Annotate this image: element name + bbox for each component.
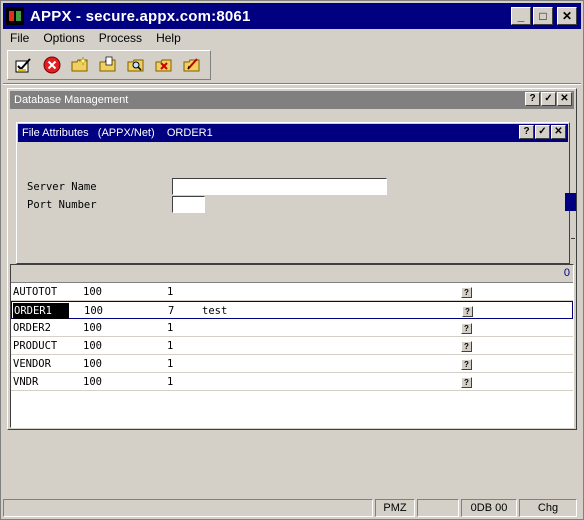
file-name-cell: AUTOTOT	[13, 286, 58, 298]
row-help-button[interactable]: ?	[461, 323, 472, 334]
db-close-button[interactable]: ✕	[557, 92, 572, 106]
file-count-cell: 7	[168, 305, 175, 317]
fa-help-button[interactable]: ?	[519, 125, 534, 139]
table-row[interactable]: PRODUCT 100 1 ?	[11, 337, 573, 355]
file-name-cell: ORDER1	[13, 303, 69, 319]
port-number-input[interactable]	[172, 196, 205, 213]
file-size-cell: 100	[83, 358, 102, 370]
file-name-cell: ORDER2	[13, 322, 51, 334]
status-mode: PMZ	[375, 499, 415, 517]
menu-help[interactable]: Help	[149, 31, 188, 45]
file-count-cell: 1	[167, 286, 174, 298]
status-chg: Chg	[519, 499, 577, 517]
row-help-button[interactable]: ?	[461, 341, 472, 352]
file-attributes-title: File Attributes (APPX/Net) ORDER1	[22, 127, 213, 139]
status-empty	[417, 499, 459, 517]
file-size-cell: 100	[83, 376, 102, 388]
appx-window: APPX - secure.appx.com:8061 _ □ ✕ File O…	[0, 0, 584, 520]
database-management-controls: ? ✓ ✕	[525, 92, 572, 106]
appx-logo-icon	[6, 7, 24, 25]
db-help-button[interactable]: ?	[525, 92, 540, 106]
background-divider	[571, 238, 575, 239]
database-management-title: Database Management	[14, 94, 129, 106]
row-help-button[interactable]: ?	[461, 377, 472, 388]
file-list-table: 0 AUTOTOT 100 1 ? ORDER1 100 7 test ? OR…	[10, 264, 574, 428]
toolbar	[7, 50, 211, 80]
file-count-cell: 1	[167, 340, 174, 352]
table-row[interactable]: VNDR 100 1 ?	[11, 373, 573, 391]
file-size-cell: 100	[83, 340, 102, 352]
port-number-label: Port Number	[27, 199, 97, 211]
menu-options[interactable]: Options	[36, 31, 91, 45]
file-size-cell: 100	[84, 305, 103, 317]
server-name-input[interactable]	[172, 178, 387, 195]
folder-search-icon[interactable]	[125, 54, 147, 76]
table-row[interactable]: ORDER2 100 1 ?	[11, 319, 573, 337]
server-name-label: Server Name	[27, 181, 97, 193]
folder-delete-icon[interactable]	[153, 54, 175, 76]
file-size-cell: 100	[83, 286, 102, 298]
folder-edit-icon[interactable]	[181, 54, 203, 76]
database-management-title-bar[interactable]: Database Management ? ✓ ✕	[10, 91, 574, 109]
row-help-button[interactable]: ?	[461, 359, 472, 370]
status-message	[3, 499, 373, 517]
file-name-cell: VNDR	[13, 376, 39, 388]
cancel-icon[interactable]	[41, 54, 63, 76]
table-row[interactable]: AUTOTOT 100 1 ?	[11, 283, 573, 301]
table-row[interactable]: VENDOR 100 1 ?	[11, 355, 573, 373]
file-attributes-window: File Attributes (APPX/Net) ORDER1 ? ✓ ✕ …	[16, 122, 570, 264]
db-ok-button[interactable]: ✓	[541, 92, 556, 106]
minimize-button[interactable]: _	[511, 7, 531, 25]
file-size-cell: 100	[83, 322, 102, 334]
window-controls: _ □ ✕	[511, 7, 577, 25]
fa-close-button[interactable]: ✕	[551, 125, 566, 139]
file-attributes-title-bar[interactable]: File Attributes (APPX/Net) ORDER1 ? ✓ ✕	[18, 124, 568, 142]
toolbar-separator	[3, 83, 581, 85]
folder-new-icon[interactable]	[69, 54, 91, 76]
close-button[interactable]: ✕	[557, 7, 577, 25]
title-bar[interactable]: APPX - secure.appx.com:8061 _ □ ✕	[3, 3, 581, 29]
fa-ok-button[interactable]: ✓	[535, 125, 550, 139]
file-count-cell: 1	[167, 322, 174, 334]
background-selection-marker	[565, 193, 576, 211]
menu-file[interactable]: File	[3, 31, 36, 45]
row-help-button[interactable]: ?	[461, 287, 472, 298]
window-title: APPX - secure.appx.com:8061	[30, 7, 251, 25]
file-count-cell: 1	[167, 376, 174, 388]
maximize-button[interactable]: □	[533, 7, 553, 25]
file-desc-cell: test	[202, 305, 228, 317]
file-attributes-controls: ? ✓ ✕	[519, 125, 566, 139]
status-bar: PMZ 0DB 00 Chg	[3, 499, 581, 519]
file-count-cell: 1	[167, 358, 174, 370]
database-management-window: Database Management ? ✓ ✕ File Attribute…	[7, 88, 577, 430]
menu-bar: File Options Process Help	[3, 29, 581, 47]
table-header: 0	[11, 265, 573, 283]
file-name-cell: PRODUCT	[13, 340, 58, 352]
status-db: 0DB 00	[461, 499, 517, 517]
menu-process[interactable]: Process	[92, 31, 149, 45]
folder-open-icon[interactable]	[97, 54, 119, 76]
row-help-button[interactable]: ?	[462, 306, 473, 317]
table-row-selected[interactable]: ORDER1 100 7 test ?	[11, 301, 573, 319]
file-name-cell: VENDOR	[13, 358, 51, 370]
confirm-icon[interactable]	[13, 54, 35, 76]
record-count: 0	[563, 267, 570, 279]
